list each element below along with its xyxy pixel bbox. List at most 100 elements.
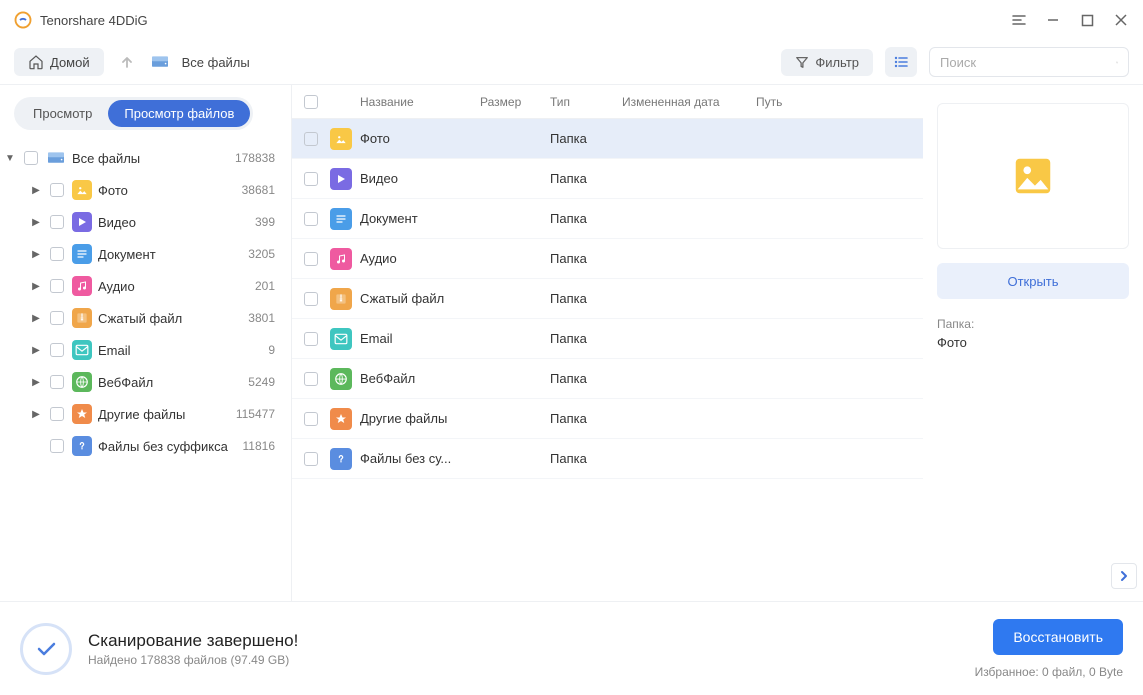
detail-type-value: Фото bbox=[937, 335, 1129, 350]
row-checkbox[interactable] bbox=[304, 292, 318, 306]
tree-item-count: 201 bbox=[255, 279, 281, 293]
file-row[interactable]: Файлы без су...Папка bbox=[292, 439, 923, 479]
file-row[interactable]: ДокументПапка bbox=[292, 199, 923, 239]
expand-panel-button[interactable] bbox=[1111, 563, 1137, 589]
file-type: Папка bbox=[550, 291, 622, 306]
file-row[interactable]: ФотоПапка bbox=[292, 119, 923, 159]
caret-right-icon[interactable]: ▶ bbox=[30, 217, 42, 228]
tree-item-label: Документ bbox=[98, 247, 248, 262]
close-icon[interactable] bbox=[1113, 12, 1129, 28]
caret-right-icon[interactable]: ▶ bbox=[30, 377, 42, 388]
minimize-icon[interactable] bbox=[1045, 12, 1061, 28]
caret-right-icon[interactable]: ▶ bbox=[30, 313, 42, 324]
tree-item-count: 3801 bbox=[248, 311, 281, 325]
file-row[interactable]: EmailПапка bbox=[292, 319, 923, 359]
caret-right-icon[interactable]: ▶ bbox=[30, 345, 42, 356]
file-row[interactable]: Другие файлыПапка bbox=[292, 399, 923, 439]
tree-checkbox[interactable] bbox=[50, 311, 64, 325]
col-name[interactable]: Название bbox=[360, 95, 480, 109]
tree-item-count: 399 bbox=[255, 215, 281, 229]
tree-checkbox[interactable] bbox=[50, 279, 64, 293]
tree-item-label: Фото bbox=[98, 183, 242, 198]
tree-checkbox[interactable] bbox=[50, 407, 64, 421]
tree-item-count: 9 bbox=[268, 343, 281, 357]
row-checkbox[interactable] bbox=[304, 332, 318, 346]
view-toggle-button[interactable] bbox=[885, 47, 917, 77]
maximize-icon[interactable] bbox=[1079, 12, 1095, 28]
col-date[interactable]: Измененная дата bbox=[622, 95, 756, 109]
tree-checkbox[interactable] bbox=[50, 183, 64, 197]
search-box[interactable] bbox=[929, 47, 1129, 77]
tab-browse[interactable]: Просмотр файлов bbox=[108, 100, 250, 127]
tree-item[interactable]: ▶ВебФайл5249 bbox=[4, 366, 281, 398]
home-button[interactable]: Домой bbox=[14, 48, 104, 76]
tree-item[interactable]: ▶Видео399 bbox=[4, 206, 281, 238]
tree-checkbox[interactable] bbox=[50, 215, 64, 229]
footer: Сканирование завершено! Найдено 178838 ф… bbox=[0, 601, 1143, 695]
other-icon bbox=[72, 404, 92, 424]
file-type: Папка bbox=[550, 451, 622, 466]
caret-down-icon[interactable]: ▼ bbox=[4, 153, 16, 164]
caret-right-icon[interactable]: ▶ bbox=[30, 281, 42, 292]
col-path[interactable]: Путь bbox=[756, 95, 923, 109]
row-checkbox[interactable] bbox=[304, 132, 318, 146]
row-checkbox[interactable] bbox=[304, 172, 318, 186]
row-checkbox[interactable] bbox=[304, 212, 318, 226]
tree-checkbox[interactable] bbox=[50, 375, 64, 389]
up-button[interactable] bbox=[116, 51, 138, 73]
open-button[interactable]: Открыть bbox=[937, 263, 1129, 299]
row-checkbox[interactable] bbox=[304, 372, 318, 386]
tree-checkbox[interactable] bbox=[50, 247, 64, 261]
search-icon bbox=[1116, 55, 1118, 70]
tree-item[interactable]: ▶Аудио201 bbox=[4, 270, 281, 302]
scan-complete-icon bbox=[20, 623, 72, 675]
caret-right-icon[interactable]: ▶ bbox=[30, 185, 42, 196]
caret-right-icon[interactable]: ▶ bbox=[30, 409, 42, 420]
tree-item[interactable]: ▶Файлы без суффикса11816 bbox=[4, 430, 281, 462]
unknown-icon bbox=[330, 448, 352, 470]
header-checkbox[interactable] bbox=[304, 95, 318, 109]
filter-button[interactable]: Фильтр bbox=[781, 49, 873, 76]
file-row[interactable]: ВидеоПапка bbox=[292, 159, 923, 199]
col-size[interactable]: Размер bbox=[480, 95, 550, 109]
tree-item[interactable]: ▶Фото38681 bbox=[4, 174, 281, 206]
checkmark-icon bbox=[34, 637, 58, 661]
row-checkbox[interactable] bbox=[304, 452, 318, 466]
row-checkbox[interactable] bbox=[304, 412, 318, 426]
tree-item[interactable]: ▶Другие файлы115477 bbox=[4, 398, 281, 430]
row-checkbox[interactable] bbox=[304, 252, 318, 266]
video-icon bbox=[330, 168, 352, 190]
tree-checkbox[interactable] bbox=[24, 151, 38, 165]
file-row[interactable]: ВебФайлПапка bbox=[292, 359, 923, 399]
tree-checkbox[interactable] bbox=[50, 343, 64, 357]
video-icon bbox=[72, 212, 92, 232]
scan-status-sub: Найдено 178838 файлов (97.49 GB) bbox=[88, 653, 298, 667]
other-icon bbox=[330, 408, 352, 430]
file-name: Другие файлы bbox=[360, 411, 480, 426]
menu-icon[interactable] bbox=[1011, 12, 1027, 28]
file-list-header: Название Размер Тип Измененная дата Путь bbox=[292, 85, 923, 119]
audio-icon bbox=[72, 276, 92, 296]
tree-item[interactable]: ▶Документ3205 bbox=[4, 238, 281, 270]
tree-item[interactable]: ▶Сжатый файл3801 bbox=[4, 302, 281, 334]
main-area: Просмотр Просмотр файлов ▼ Все файлы 178… bbox=[0, 84, 1143, 601]
caret-right-icon[interactable]: ▶ bbox=[30, 249, 42, 260]
tree-checkbox[interactable] bbox=[50, 439, 64, 453]
search-input[interactable] bbox=[940, 55, 1116, 70]
audio-icon bbox=[330, 248, 352, 270]
recover-button[interactable]: Восстановить bbox=[993, 619, 1123, 655]
disk-icon bbox=[46, 148, 66, 168]
tree-item-count: 5249 bbox=[248, 375, 281, 389]
tree-item[interactable]: ▶ Email9 bbox=[4, 334, 281, 366]
tab-preview[interactable]: Просмотр bbox=[17, 100, 108, 127]
file-row[interactable]: Сжатый файлПапка bbox=[292, 279, 923, 319]
tree-root[interactable]: ▼ Все файлы 178838 bbox=[4, 142, 281, 174]
scan-status: Сканирование завершено! Найдено 178838 ф… bbox=[20, 623, 298, 675]
file-name: ВебФайл bbox=[360, 371, 480, 386]
col-type[interactable]: Тип bbox=[550, 95, 622, 109]
file-row[interactable]: АудиоПапка bbox=[292, 239, 923, 279]
file-type: Папка bbox=[550, 211, 622, 226]
tree-item-label: Email bbox=[98, 343, 268, 358]
sidebar: Просмотр Просмотр файлов ▼ Все файлы 178… bbox=[0, 85, 292, 601]
photo-icon bbox=[72, 180, 92, 200]
